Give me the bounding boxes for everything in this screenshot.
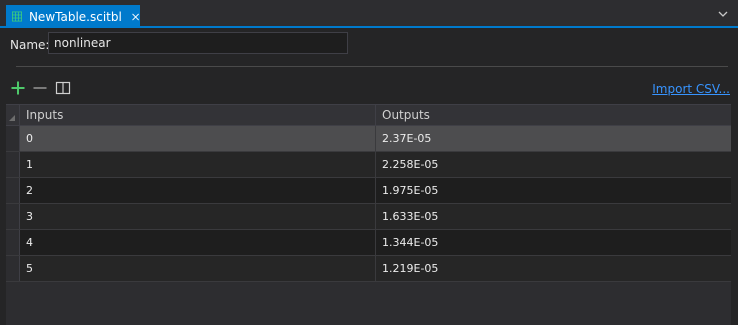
- divider: [16, 66, 728, 67]
- table-icon: [12, 11, 22, 22]
- output-cell[interactable]: 1.219E-05: [376, 256, 731, 281]
- minus-icon[interactable]: [32, 80, 48, 96]
- tab-title: NewTable.scitbl: [28, 9, 122, 24]
- table-row[interactable]: 2 1.975E-05: [6, 178, 731, 204]
- editor-pane: Name: Import CSV... Inputs Outputs 0 2.3…: [0, 28, 738, 325]
- input-cell[interactable]: 2: [20, 178, 376, 203]
- select-all-corner[interactable]: [6, 105, 20, 126]
- row-header[interactable]: [6, 204, 20, 229]
- columns-icon[interactable]: [55, 80, 71, 96]
- output-cell[interactable]: 2.37E-05: [376, 126, 731, 151]
- name-field[interactable]: [48, 32, 348, 54]
- column-header-outputs[interactable]: Outputs: [376, 105, 731, 126]
- input-cell[interactable]: 3: [20, 204, 376, 229]
- table-row[interactable]: 4 1.344E-05: [6, 230, 731, 256]
- data-grid: Inputs Outputs 0 2.37E-05 1 2.258E-05 2 …: [6, 104, 731, 325]
- import-csv-link[interactable]: Import CSV...: [652, 82, 730, 96]
- input-cell[interactable]: 0: [20, 126, 376, 151]
- input-cell[interactable]: 4: [20, 230, 376, 255]
- row-header[interactable]: [6, 256, 20, 281]
- row-header[interactable]: [6, 152, 20, 177]
- table-row[interactable]: 1 2.258E-05: [6, 152, 731, 178]
- grid-empty-area: [6, 282, 731, 325]
- plus-icon[interactable]: [10, 80, 26, 96]
- input-cell[interactable]: 5: [20, 256, 376, 281]
- output-cell[interactable]: 1.975E-05: [376, 178, 731, 203]
- output-cell[interactable]: 1.344E-05: [376, 230, 731, 255]
- output-cell[interactable]: 1.633E-05: [376, 204, 731, 229]
- tab-newtable[interactable]: NewTable.scitbl: [6, 5, 140, 28]
- grid-header: Inputs Outputs: [6, 104, 731, 126]
- row-header[interactable]: [6, 126, 20, 151]
- corner-triangle-icon: [9, 115, 15, 121]
- chevron-down-icon[interactable]: [718, 9, 728, 19]
- row-header[interactable]: [6, 230, 20, 255]
- output-cell[interactable]: 2.258E-05: [376, 152, 731, 177]
- column-header-inputs[interactable]: Inputs: [20, 105, 376, 126]
- tab-strip: NewTable.scitbl: [0, 0, 738, 28]
- table-row[interactable]: 5 1.219E-05: [6, 256, 731, 282]
- table-row[interactable]: 3 1.633E-05: [6, 204, 731, 230]
- close-icon[interactable]: [131, 11, 140, 23]
- table-row[interactable]: 0 2.37E-05: [6, 126, 731, 152]
- row-header[interactable]: [6, 178, 20, 203]
- name-label: Name:: [10, 38, 50, 52]
- input-cell[interactable]: 1: [20, 152, 376, 177]
